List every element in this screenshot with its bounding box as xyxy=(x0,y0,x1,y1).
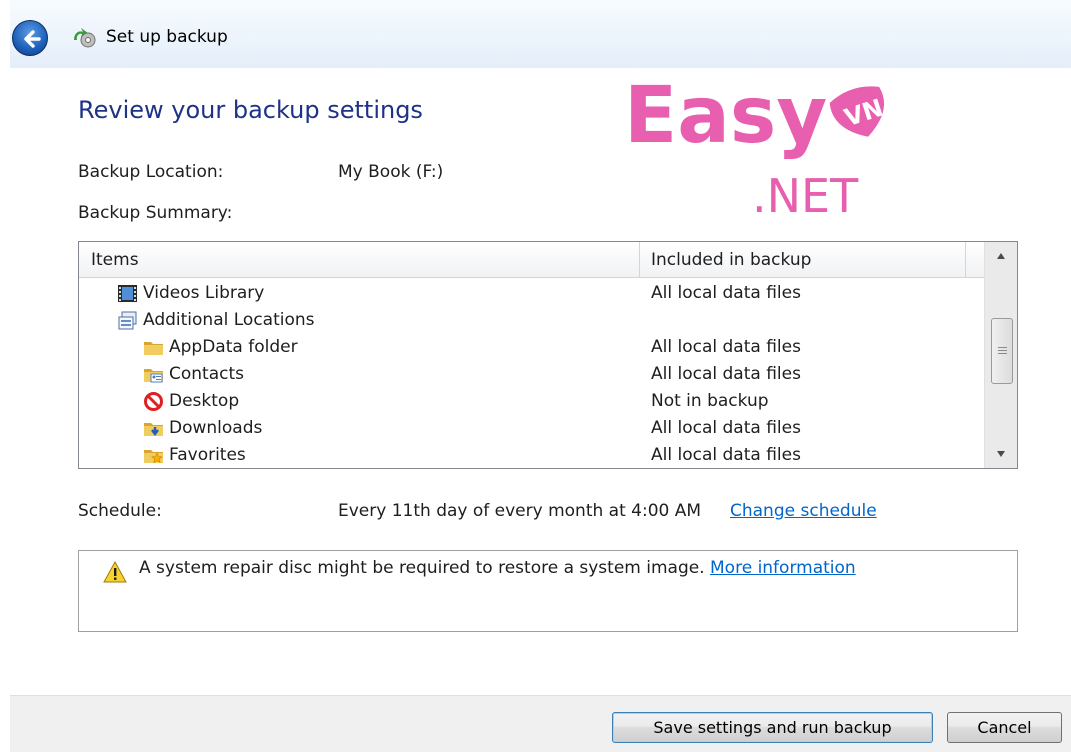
list-item-value: All local data files xyxy=(651,364,801,384)
grip-line xyxy=(998,350,1007,351)
additional-locations-icon xyxy=(118,311,137,330)
window-title: Set up backup xyxy=(106,27,228,47)
list-item-value: Not in backup xyxy=(651,391,769,411)
backup-summary-list[interactable]: Items Included in backup Videos Library … xyxy=(78,241,1018,469)
list-item-name: AppData folder xyxy=(169,337,298,357)
downloads-folder-icon xyxy=(144,423,163,436)
watermark-net: .NET xyxy=(752,169,859,220)
column-header-included[interactable]: Included in backup xyxy=(651,250,811,270)
contacts-folder-icon xyxy=(144,369,163,383)
info-message: A system repair disc might be required t… xyxy=(139,558,856,578)
list-item-name: Favorites xyxy=(169,445,246,465)
title-bar: Set up backup xyxy=(10,0,1071,68)
backup-summary-label: Backup Summary: xyxy=(78,203,233,223)
watermark-easy: Easy xyxy=(624,71,827,161)
vertical-scrollbar[interactable] xyxy=(984,242,1017,468)
list-item-value: All local data files xyxy=(651,418,801,438)
schedule-value: Every 11th day of every month at 4:00 AM xyxy=(338,501,702,521)
info-text: A system repair disc might be required t… xyxy=(139,558,705,578)
scroll-up-arrow-icon xyxy=(997,253,1005,259)
list-item-name: Additional Locations xyxy=(143,310,315,330)
column-header-items[interactable]: Items xyxy=(91,250,139,270)
videos-library-icon xyxy=(118,285,137,302)
backup-app-icon xyxy=(74,28,96,48)
list-item[interactable]: Contacts All local data files xyxy=(79,361,985,388)
easyvn-watermark-logo: Easy VN .NET xyxy=(624,71,887,220)
column-divider[interactable] xyxy=(639,242,640,277)
list-item[interactable]: Additional Locations xyxy=(79,307,985,334)
list-item-name: Videos Library xyxy=(143,283,265,303)
scroll-thumb[interactable] xyxy=(991,318,1013,384)
list-item[interactable]: Desktop Not in backup xyxy=(79,388,985,415)
list-item-value: All local data files xyxy=(651,283,801,303)
list-item[interactable]: Videos Library All local data files xyxy=(79,280,985,307)
list-item[interactable]: Favorites All local data files xyxy=(79,442,985,468)
page-heading: Review your backup settings xyxy=(78,96,423,124)
scroll-down-arrow-icon xyxy=(997,451,1005,457)
backup-location-label: Backup Location: xyxy=(78,162,224,182)
backup-location-value: My Book (F:) xyxy=(338,162,444,182)
list-item[interactable]: Downloads All local data files xyxy=(79,415,985,442)
list-item-value: All local data files xyxy=(651,337,801,357)
list-item-name: Downloads xyxy=(169,418,263,438)
list-item-value: All local data files xyxy=(651,445,801,465)
folder-icon xyxy=(144,342,163,355)
more-information-link[interactable]: More information xyxy=(710,558,856,578)
save-and-run-backup-button[interactable]: Save settings and run backup xyxy=(612,712,933,743)
list-item[interactable]: AppData folder All local data files xyxy=(79,334,985,361)
back-button[interactable] xyxy=(12,20,48,56)
grip-line xyxy=(998,353,1007,354)
cancel-button[interactable]: Cancel xyxy=(947,712,1062,743)
change-schedule-link[interactable]: Change schedule xyxy=(730,501,877,521)
list-item-name: Contacts xyxy=(169,364,244,384)
info-box: A system repair disc might be required t… xyxy=(78,550,1018,632)
list-item-name: Desktop xyxy=(169,391,240,411)
warning-icon xyxy=(103,561,127,583)
backup-window: Set up backup Review your backup setting… xyxy=(10,0,1071,752)
favorites-folder-icon xyxy=(144,450,163,464)
scroll-up-button[interactable] xyxy=(985,242,1017,270)
schedule-label: Schedule: xyxy=(78,501,162,521)
column-divider[interactable] xyxy=(965,242,966,277)
scroll-down-button[interactable] xyxy=(985,440,1017,468)
list-header: Items Included in backup xyxy=(79,242,985,278)
back-arrow-icon xyxy=(24,30,41,48)
button-bar: Save settings and run backup Cancel xyxy=(10,695,1071,752)
not-included-icon xyxy=(144,392,163,411)
grip-line xyxy=(998,347,1007,348)
